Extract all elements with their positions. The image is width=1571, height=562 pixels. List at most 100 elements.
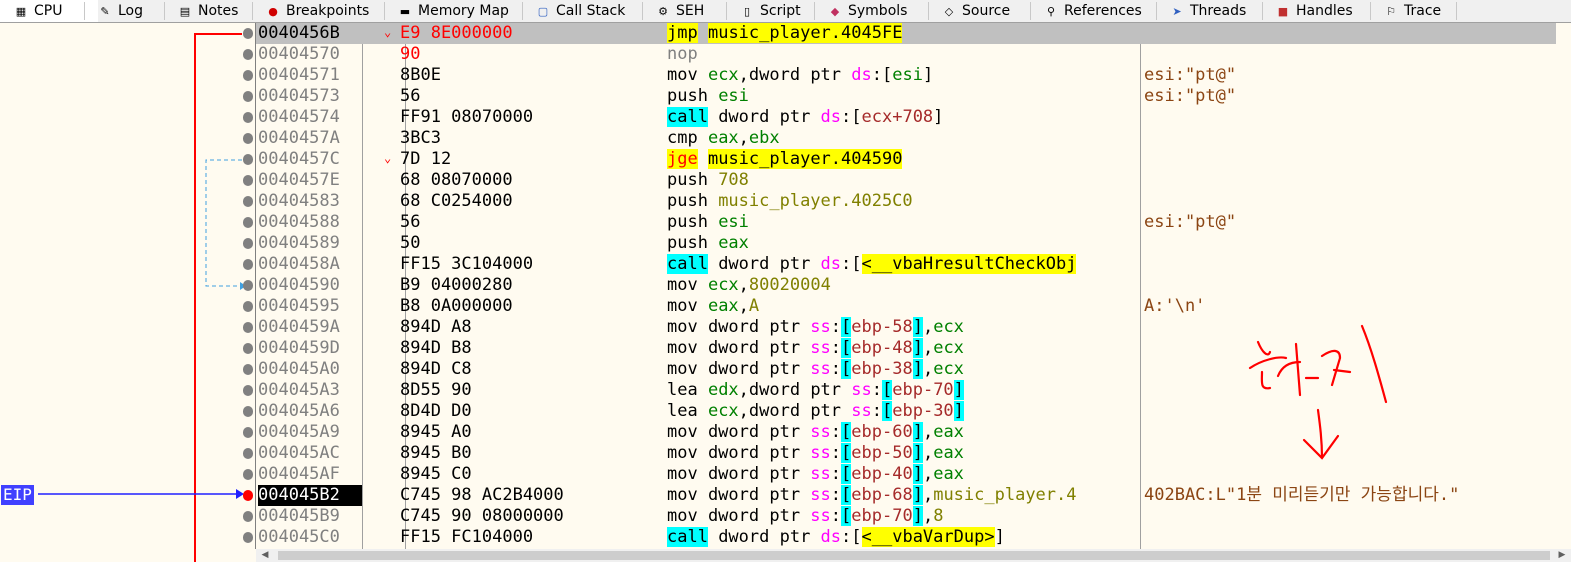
tab-label: CPU [34,3,63,19]
breakpoint-dot-icon[interactable] [243,511,253,522]
disasm-row[interactable]: 0040459A 894D A8 mov dword ptr ss:[ebp-58]… [256,317,1556,338]
disasm-row[interactable]: 00404590 B9 04000280 mov ecx,80020004 [256,275,1556,296]
tab-divider [928,2,929,20]
address: 004045C0 [258,527,340,547]
tab-script[interactable]: ▯ Script [740,0,801,22]
breakpoint-dot-icon[interactable] [243,28,253,39]
disasm-row[interactable]: 0040458A FF15 3C104000 call dword ptr ds:[… [256,254,1556,275]
tab-label: Notes [198,3,239,19]
instruction: jge music_player.404590 [667,149,903,169]
disasm-row[interactable]: 004045B9 C745 90 08000000 mov dword ptr ss… [256,506,1556,527]
disasm-row[interactable]: 00404595 B8 0A000000 mov eax,A A:'\n' [256,296,1556,317]
breakpoint-dot-icon[interactable] [243,133,253,144]
breakpoint-dot-icon[interactable] [243,532,253,543]
horizontal-scrollbar[interactable]: ◀ ▶ [256,549,1571,562]
scroll-left-icon[interactable]: ◀ [258,549,272,562]
tab-threads[interactable]: ➤ Threads [1170,0,1246,22]
disasm-row[interactable]: 0040457A 3BC3 cmp eax,ebx [256,128,1556,149]
scrollbar-thumb[interactable] [278,551,1550,560]
breakpoint-dot-icon[interactable] [243,343,253,354]
tab-symbols[interactable]: ◆ Symbols [828,0,908,22]
disasm-row[interactable]: 004045A0 894D C8 mov dword ptr ss:[ebp-38]… [256,359,1556,380]
disasm-row[interactable]: 00404574 FF91 08070000 call dword ptr ds:[… [256,107,1556,128]
instruction: mov dword ptr ss:[ebp-60],eax [667,422,964,442]
tab-log[interactable]: ✎ Log [98,0,143,22]
address: 00404583 [258,191,340,211]
tab-label: Memory Map [418,3,509,19]
breakpoint-dot-icon[interactable] [243,385,253,396]
disasm-row[interactable]: 004045AC 8945 B0 mov dword ptr ss:[ebp-50]… [256,443,1556,464]
opcode-bytes: 3BC3 [400,128,441,148]
breakpoint-dot-icon[interactable] [243,490,253,501]
breakpoint-dot-icon[interactable] [243,280,253,291]
breakpoint-dot-icon[interactable] [243,364,253,375]
disasm-row[interactable]: 00404588 56 push esi esi:"pt@" [256,212,1556,233]
disasm-row[interactable]: 0040457E 68 08070000 push 708 [256,170,1556,191]
breakpoint-dot-icon[interactable] [243,469,253,480]
opcode-bytes: C745 90 08000000 [400,506,564,526]
disasm-row[interactable]: 0040459D 894D B8 mov dword ptr ss:[ebp-48]… [256,338,1556,359]
breakpoint-dot-icon[interactable] [243,91,253,102]
disasm-row[interactable]: 004045A9 8945 A0 mov dword ptr ss:[ebp-60]… [256,422,1556,443]
disasm-row[interactable]: 00404583 68 C0254000 push music_player.402… [256,191,1556,212]
breakpoint-dot-icon[interactable] [243,112,253,123]
tab-seh[interactable]: ⚙ SEH [656,0,704,22]
disassembly-view[interactable]: 0040456B E9 8E000000 jmp music_player.4045… [256,23,1571,549]
tab-call-stack[interactable]: ▢ Call Stack [536,0,626,22]
disasm-row[interactable]: 004045A3 8D55 90 lea edx,dword ptr ss:[ebp… [256,380,1556,401]
opcode-bytes: 56 [400,212,421,232]
disasm-row[interactable]: 0040456B E9 8E000000 jmp music_player.4045… [256,23,1556,44]
tab-notes[interactable]: ▤ Notes [178,0,239,22]
breakpoint-dot-icon[interactable] [243,217,253,228]
breakpoint-dot-icon[interactable] [243,196,253,207]
instruction: push 708 [667,170,749,190]
tab-label: Symbols [848,3,908,19]
disasm-row[interactable]: 00404570 90 nop [256,44,1556,65]
instruction: push esi [667,86,749,106]
address: 004045AF [258,464,340,484]
tab-divider [1030,2,1031,20]
breakpoint-dot-icon[interactable] [243,301,253,312]
breakpoint-dot-icon[interactable] [243,70,253,81]
disasm-row[interactable]: 0040457C 7D 12 jge music_player.404590 [256,149,1556,170]
disasm-row[interactable]: 00404571 8B0E mov ecx,dword ptr ds:[esi] es… [256,65,1556,86]
opcode-bytes: B8 0A000000 [400,296,513,316]
disasm-row[interactable]: 004045A6 8D4D D0 lea ecx,dword ptr ss:[ebp… [256,401,1556,422]
breakpoint-dot-icon[interactable] [243,175,253,186]
disasm-row[interactable]: 004045AF 8945 C0 mov dword ptr ss:[ebp-40]… [256,464,1556,485]
opcode-bytes: 50 [400,233,421,253]
breakpoint-dot-icon[interactable] [243,406,253,417]
cpu-icon: ▦ [15,5,27,18]
opcode-bytes: 8945 A0 [400,422,472,442]
breakpoint-dot-icon[interactable] [243,322,253,333]
breakpoint-dot-icon[interactable] [243,448,253,459]
opcode-bytes: 894D B8 [400,338,472,358]
address: 00404570 [258,44,340,64]
tab-source[interactable]: ◇ Source [942,0,1010,22]
instruction: nop [667,44,698,64]
breakpoint-dot-icon[interactable] [243,238,253,249]
opcode-bytes: 8B0E [400,65,441,85]
tab-breakpoints[interactable]: ● Breakpoints [266,0,369,22]
instruction: lea ecx,dword ptr ss:[ebp-30] [667,401,964,421]
seh-icon: ⚙ [658,5,668,18]
tab-references[interactable]: ⚲ References [1044,0,1142,22]
instruction: push eax [667,233,749,253]
tab-handles[interactable]: ■ Handles [1276,0,1353,22]
tab-memory-map[interactable]: ▬ Memory Map [398,0,509,22]
tab-divider [726,2,727,20]
scroll-right-icon[interactable]: ▶ [1555,549,1569,562]
disasm-row[interactable]: 00404589 50 push eax [256,233,1556,254]
comment: 402BAC:L"1분 미리듣기만 가능합니다." [1144,485,1460,505]
disasm-row[interactable]: 00404573 56 push esi esi:"pt@" [256,86,1556,107]
address: 00404595 [258,296,340,316]
tab-trace[interactable]: ⚐ Trace [1384,0,1441,22]
breakpoint-dot-icon[interactable] [243,154,253,165]
comment: esi:"pt@" [1144,65,1237,85]
disasm-row[interactable]: 004045B2 C745 98 AC2B4000 mov dword ptr ss… [256,485,1556,506]
disasm-row[interactable]: 004045C0 FF15 FC104000 call dword ptr ds:[… [256,527,1556,548]
trace-icon: ⚐ [1386,5,1396,18]
breakpoint-dot-icon[interactable] [243,259,253,270]
breakpoint-dot-icon[interactable] [243,427,253,438]
breakpoint-dot-icon[interactable] [243,49,253,60]
